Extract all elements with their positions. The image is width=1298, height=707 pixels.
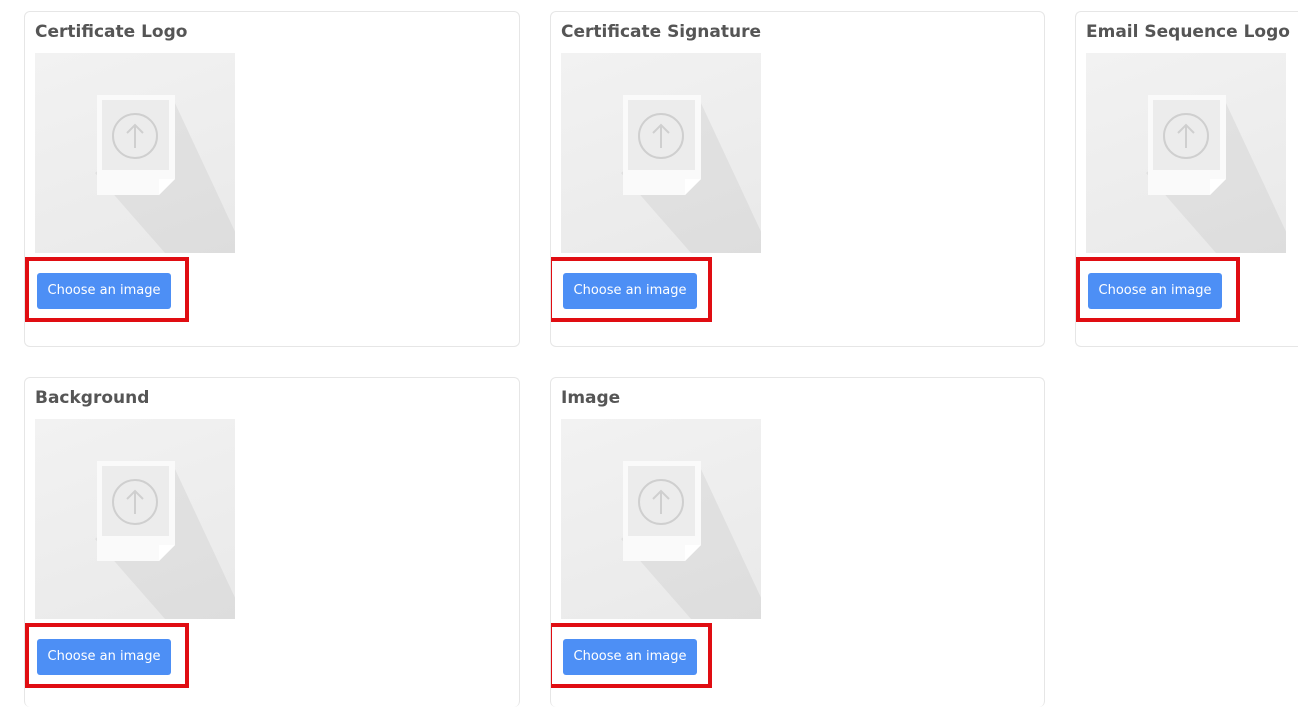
upload-card-certificate-logo: Certificate Logo Choose an image xyxy=(24,11,520,347)
image-placeholder xyxy=(561,53,761,253)
upload-file-icon xyxy=(95,95,235,253)
card-title: Background xyxy=(35,388,150,408)
upload-card-background: Background Choose an image xyxy=(24,377,520,707)
image-placeholder xyxy=(35,53,235,253)
card-title: Certificate Logo xyxy=(35,22,188,42)
upload-file-icon xyxy=(95,461,235,619)
upload-card-certificate-signature: Certificate Signature Choose an image xyxy=(550,11,1045,347)
upload-card-image: Image Choose an image xyxy=(550,377,1045,707)
choose-image-button[interactable]: Choose an image xyxy=(1088,273,1222,309)
choose-image-button[interactable]: Choose an image xyxy=(37,273,171,309)
image-placeholder xyxy=(561,419,761,619)
card-title: Certificate Signature xyxy=(561,22,762,42)
upload-file-icon xyxy=(621,461,761,619)
choose-image-button[interactable]: Choose an image xyxy=(563,273,697,309)
image-placeholder xyxy=(35,419,235,619)
upload-file-icon xyxy=(1146,95,1286,253)
upload-file-icon xyxy=(621,95,761,253)
choose-image-button[interactable]: Choose an image xyxy=(563,639,697,675)
upload-card-email-sequence-logo: Email Sequence Logo Choose an image xyxy=(1075,11,1298,347)
choose-image-button[interactable]: Choose an image xyxy=(37,639,171,675)
card-title: Image xyxy=(561,388,621,408)
card-title: Email Sequence Logo xyxy=(1086,22,1290,42)
image-placeholder xyxy=(1086,53,1286,253)
